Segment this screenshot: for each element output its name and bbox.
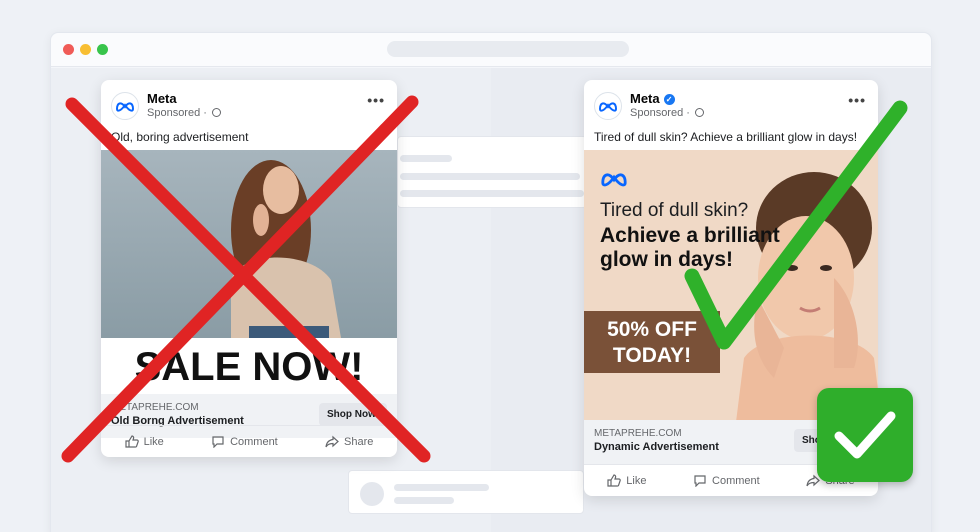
more-options-icon[interactable]: •••: [367, 92, 385, 108]
thumbs-up-icon: [607, 474, 622, 487]
page-name[interactable]: Meta ✓: [630, 91, 675, 106]
sale-banner: SALE NOW!: [101, 338, 397, 394]
placeholder-avatar: [360, 482, 384, 506]
globe-icon: [695, 108, 704, 117]
headline-light: Tired of dull skin?: [600, 200, 749, 221]
share-icon: [325, 435, 339, 448]
ad-header: Meta ✓ Sponsored · •••: [584, 80, 878, 130]
ad-header: Meta Sponsored · •••: [101, 80, 397, 130]
sponsored-label: Sponsored ·: [630, 107, 704, 119]
woman-photo: [101, 150, 397, 338]
ad-caption: Tired of dull skin? Achieve a brilliant …: [594, 130, 858, 144]
sponsored-label: Sponsored ·: [147, 107, 221, 119]
share-button[interactable]: Share: [325, 435, 373, 448]
address-bar[interactable]: [387, 41, 629, 57]
globe-icon: [212, 108, 221, 117]
old-ad-card: Meta Sponsored · ••• Old, boring adverti…: [101, 80, 397, 457]
comment-label: Comment: [712, 474, 760, 487]
page-name[interactable]: Meta: [147, 91, 177, 106]
offer-line-1: 50% OFF: [607, 318, 697, 341]
minimize-window-button[interactable]: [80, 44, 91, 55]
comment-icon: [212, 436, 224, 448]
like-button[interactable]: Like: [607, 474, 646, 487]
meta-logo-icon: [594, 92, 622, 120]
share-label: Share: [344, 435, 374, 448]
shop-now-button[interactable]: Shop Now: [319, 403, 387, 426]
meta-logo-icon: [111, 92, 139, 120]
ad-title[interactable]: Dynamic Advertisement: [594, 441, 719, 453]
offer-banner: 50% OFF TODAY!: [584, 311, 720, 373]
ad-domain[interactable]: METAPREHE.COM: [594, 428, 682, 439]
like-label: Like: [143, 435, 164, 448]
placeholder-line: [400, 173, 580, 180]
maximize-window-button[interactable]: [97, 44, 108, 55]
comment-icon: [694, 475, 706, 487]
ad-domain[interactable]: METAPREHE.COM: [111, 402, 199, 413]
comment-button[interactable]: Comment: [693, 474, 760, 487]
close-window-button[interactable]: [63, 44, 74, 55]
verified-badge-icon: ✓: [663, 94, 675, 105]
sponsored-text: Sponsored ·: [147, 107, 207, 119]
placeholder-line: [400, 155, 452, 162]
placeholder-line: [400, 190, 584, 197]
action-bar: Like Comment Share: [101, 425, 397, 457]
more-options-icon[interactable]: •••: [848, 92, 866, 108]
like-button[interactable]: Like: [125, 435, 164, 448]
browser-toolbar: [51, 33, 931, 67]
headline-bold: Achieve a brilliant glow in days!: [600, 224, 780, 271]
sponsored-text: Sponsored ·: [630, 107, 690, 119]
thumbs-up-icon: [125, 435, 139, 448]
comment-label: Comment: [230, 435, 278, 448]
offer-line-2: TODAY!: [612, 344, 692, 367]
comment-button[interactable]: Comment: [211, 435, 278, 448]
placeholder-post: [397, 136, 587, 208]
meta-logo-icon: [600, 170, 628, 192]
placeholder-line: [394, 497, 454, 504]
like-label: Like: [626, 474, 647, 487]
placeholder-line: [394, 484, 489, 491]
ad-caption: Old, boring advertisement: [111, 130, 249, 144]
check-badge-icon: [817, 388, 913, 482]
page-name-text: Meta: [630, 91, 660, 106]
